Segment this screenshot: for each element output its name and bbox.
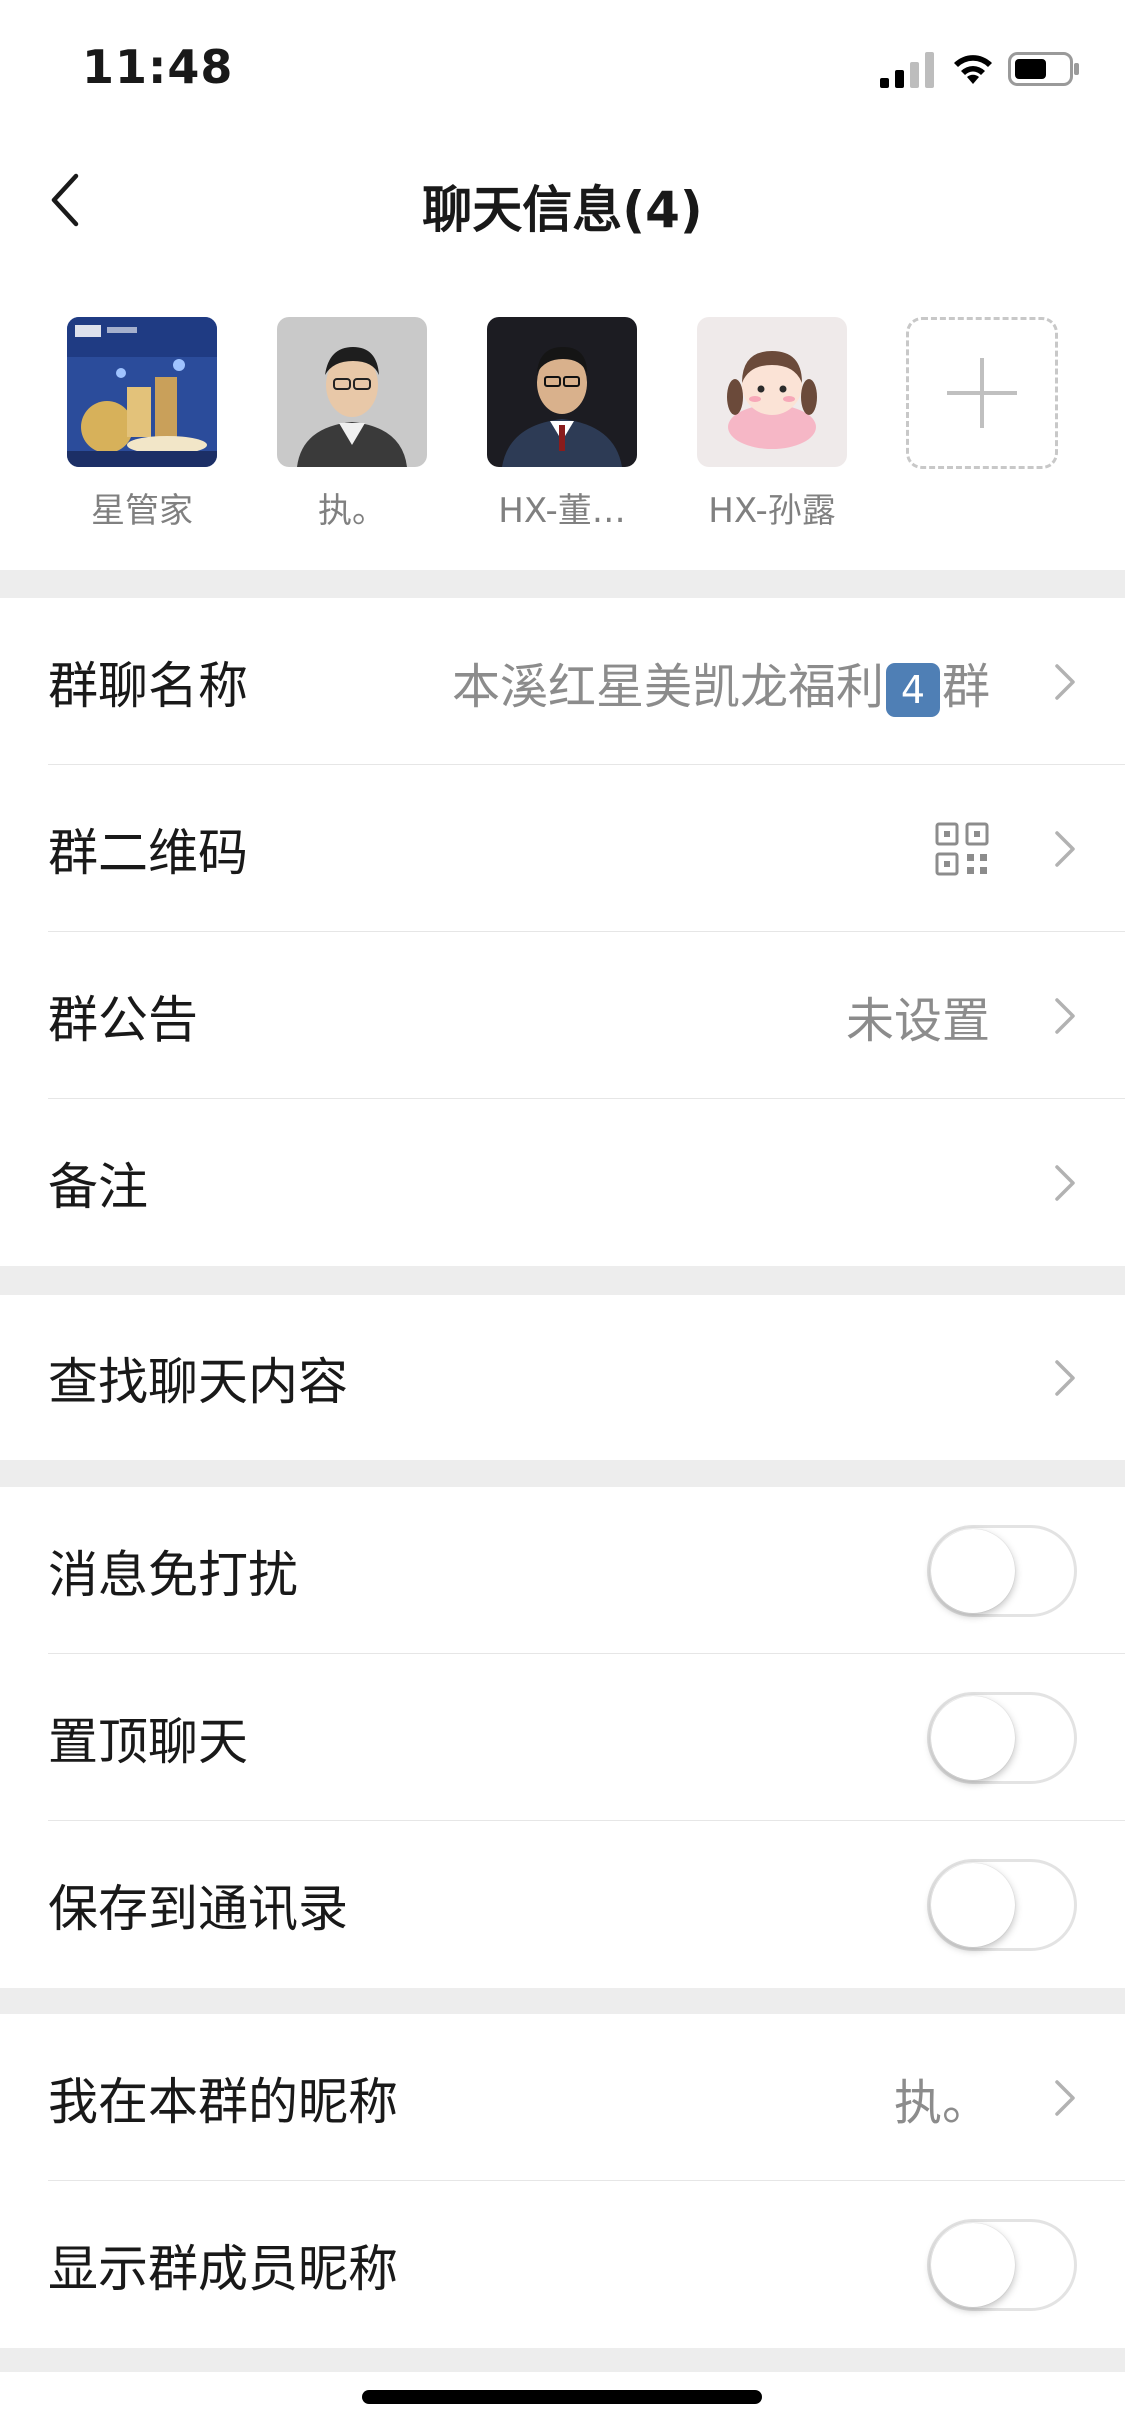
show-nickname-toggle[interactable]: [927, 2218, 1077, 2311]
save-contacts-toggle[interactable]: [927, 1858, 1077, 1951]
group-name-value: 本溪红星美凯龙福利 4 群: [451, 658, 990, 717]
group-notice-value: 未设置: [845, 992, 990, 1049]
pin-toggle[interactable]: [927, 1691, 1077, 1784]
avatar: [487, 317, 637, 467]
mute-toggle[interactable]: [927, 1524, 1077, 1617]
group-notice-label: 群公告: [48, 990, 198, 1049]
status-time: 11:48: [82, 40, 234, 94]
chevron-right-icon: [1055, 997, 1075, 1034]
avatar: [697, 317, 847, 467]
pin-row: 置顶聊天: [0, 1654, 1125, 1821]
member-item[interactable]: HX-孙露: [682, 317, 862, 532]
battery-icon: [1008, 52, 1079, 86]
member-name: HX-孙露: [708, 491, 836, 531]
mute-row: 消息免打扰: [0, 1487, 1125, 1654]
group-name-label: 群聊名称: [48, 656, 248, 715]
wifi-icon: [954, 55, 992, 84]
member-name: HX-董…: [498, 491, 626, 531]
group-info-section: 群聊名称 本溪红星美凯龙福利 4 群 群二维码 群公告 未设置 备注: [0, 598, 1125, 1266]
member-name: 执。: [318, 491, 386, 531]
save-contacts-row: 保存到通讯录: [0, 1821, 1125, 1988]
add-member-button[interactable]: [892, 317, 1072, 469]
nickname-section: 我在本群的昵称 执。 显示群成员昵称: [0, 2014, 1125, 2348]
pin-label: 置顶聊天: [48, 1712, 248, 1771]
member-name: 星管家: [91, 491, 193, 531]
chevron-right-icon: [1055, 1359, 1075, 1396]
status-bar: 11:48: [0, 0, 1125, 135]
show-nickname-row: 显示群成员昵称: [0, 2181, 1125, 2348]
search-chat-row[interactable]: 查找聊天内容: [0, 1295, 1125, 1460]
member-item[interactable]: 执。: [262, 317, 442, 532]
chevron-right-icon: [1055, 1164, 1075, 1201]
group-qrcode-label: 群二维码: [48, 823, 248, 882]
plus-icon: [906, 317, 1058, 469]
qrcode-icon: [935, 822, 989, 875]
my-nickname-row[interactable]: 我在本群的昵称 执。: [0, 2014, 1125, 2181]
chevron-right-icon: [1055, 2079, 1075, 2116]
save-contacts-label: 保存到通讯录: [48, 1879, 348, 1938]
member-item[interactable]: 星管家: [52, 317, 232, 532]
my-nickname-value: 执。: [893, 2074, 990, 2131]
cellular-signal-icon: [880, 52, 934, 88]
remark-label: 备注: [48, 1157, 148, 1216]
avatar: [277, 317, 427, 467]
remark-row[interactable]: 备注: [0, 1099, 1125, 1266]
avatar: [67, 317, 217, 467]
group-notice-row[interactable]: 群公告 未设置: [0, 932, 1125, 1099]
member-item[interactable]: HX-董…: [472, 317, 652, 532]
home-indicator: [362, 2390, 762, 2404]
nav-bar: 聊天信息(4): [0, 135, 1125, 265]
next-section-partial: [0, 2372, 1125, 2436]
show-nickname-label: 显示群成员昵称: [48, 2239, 398, 2298]
my-nickname-label: 我在本群的昵称: [48, 2072, 398, 2131]
page-title: 聊天信息(4): [422, 181, 703, 239]
group-qrcode-row[interactable]: 群二维码: [0, 765, 1125, 932]
member-grid: 星管家 执。 HX-董… HX-孙露: [0, 265, 1125, 570]
search-chat-label: 查找聊天内容: [48, 1352, 348, 1411]
mute-label: 消息免打扰: [48, 1545, 298, 1604]
chat-settings-section: 消息免打扰 置顶聊天 保存到通讯录: [0, 1487, 1125, 1988]
search-section: 查找聊天内容: [0, 1295, 1125, 1460]
chevron-right-icon: [1055, 830, 1075, 867]
chevron-right-icon: [1055, 663, 1075, 700]
group-name-row[interactable]: 群聊名称 本溪红星美凯龙福利 4 群: [0, 598, 1125, 765]
